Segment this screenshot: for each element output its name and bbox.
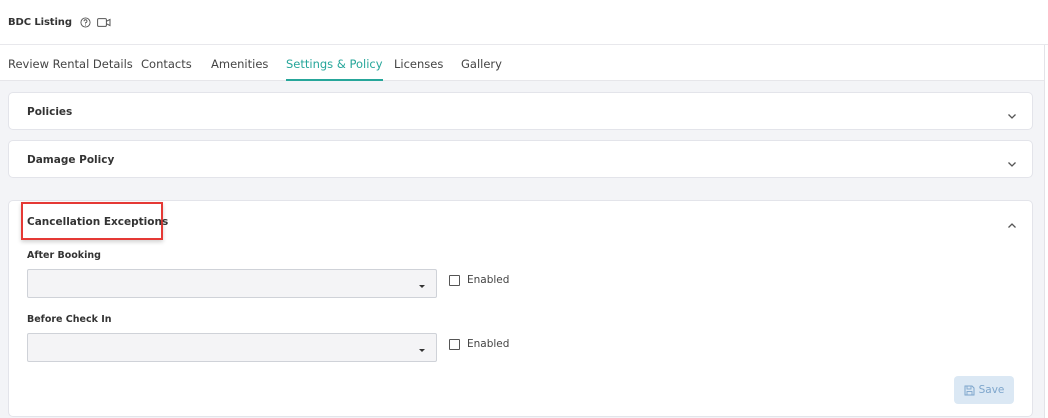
enabled-label: Enabled [467,338,510,350]
before-check-in-select[interactable] [27,333,437,362]
tab-bar: Review Rental Details Contacts Amenities… [0,45,1044,81]
cancellation-exceptions-panel: Cancellation Exceptions After Booking En… [8,200,1033,417]
settings-content: Policies Damage Policy Cancellation Exce… [0,81,1044,418]
after-booking-label: After Booking [27,250,101,261]
cancellation-exceptions-title[interactable]: Cancellation Exceptions [27,216,168,228]
before-check-in-label: Before Check In [27,314,112,325]
tab-gallery[interactable]: Gallery [461,45,502,81]
tab-review-rental-details[interactable]: Review Rental Details [8,45,133,81]
page-title: BDC Listing [8,16,72,28]
tab-licenses[interactable]: Licenses [394,45,443,81]
damage-policy-panel[interactable]: Damage Policy [8,140,1033,178]
damage-policy-title: Damage Policy [27,154,115,166]
tab-settings-policy[interactable]: Settings & Policy [286,45,383,81]
save-button-label: Save [978,384,1005,396]
chevron-down-icon[interactable] [1006,155,1018,167]
enabled-label: Enabled [467,274,510,286]
before-check-in-enabled: Enabled [449,338,509,350]
after-booking-checkbox[interactable] [449,274,460,286]
before-check-in-checkbox[interactable] [449,338,460,350]
caret-down-icon [419,285,425,288]
caret-down-icon [419,349,425,352]
video-camera-icon[interactable] [96,17,111,28]
chevron-down-icon[interactable] [1006,107,1018,119]
chevron-up-icon[interactable] [1006,217,1018,229]
policies-panel[interactable]: Policies [8,92,1033,130]
tab-amenities[interactable]: Amenities [211,45,268,81]
after-booking-enabled: Enabled [449,274,509,286]
after-booking-select[interactable] [27,269,437,298]
page-header: BDC Listing [0,0,1048,45]
help-circle-icon[interactable] [80,16,91,28]
floppy-disk-icon [964,385,975,396]
tab-contacts[interactable]: Contacts [141,45,192,81]
scroll-edge [1044,45,1048,418]
policies-title: Policies [27,106,73,118]
save-button[interactable]: Save [954,376,1014,404]
